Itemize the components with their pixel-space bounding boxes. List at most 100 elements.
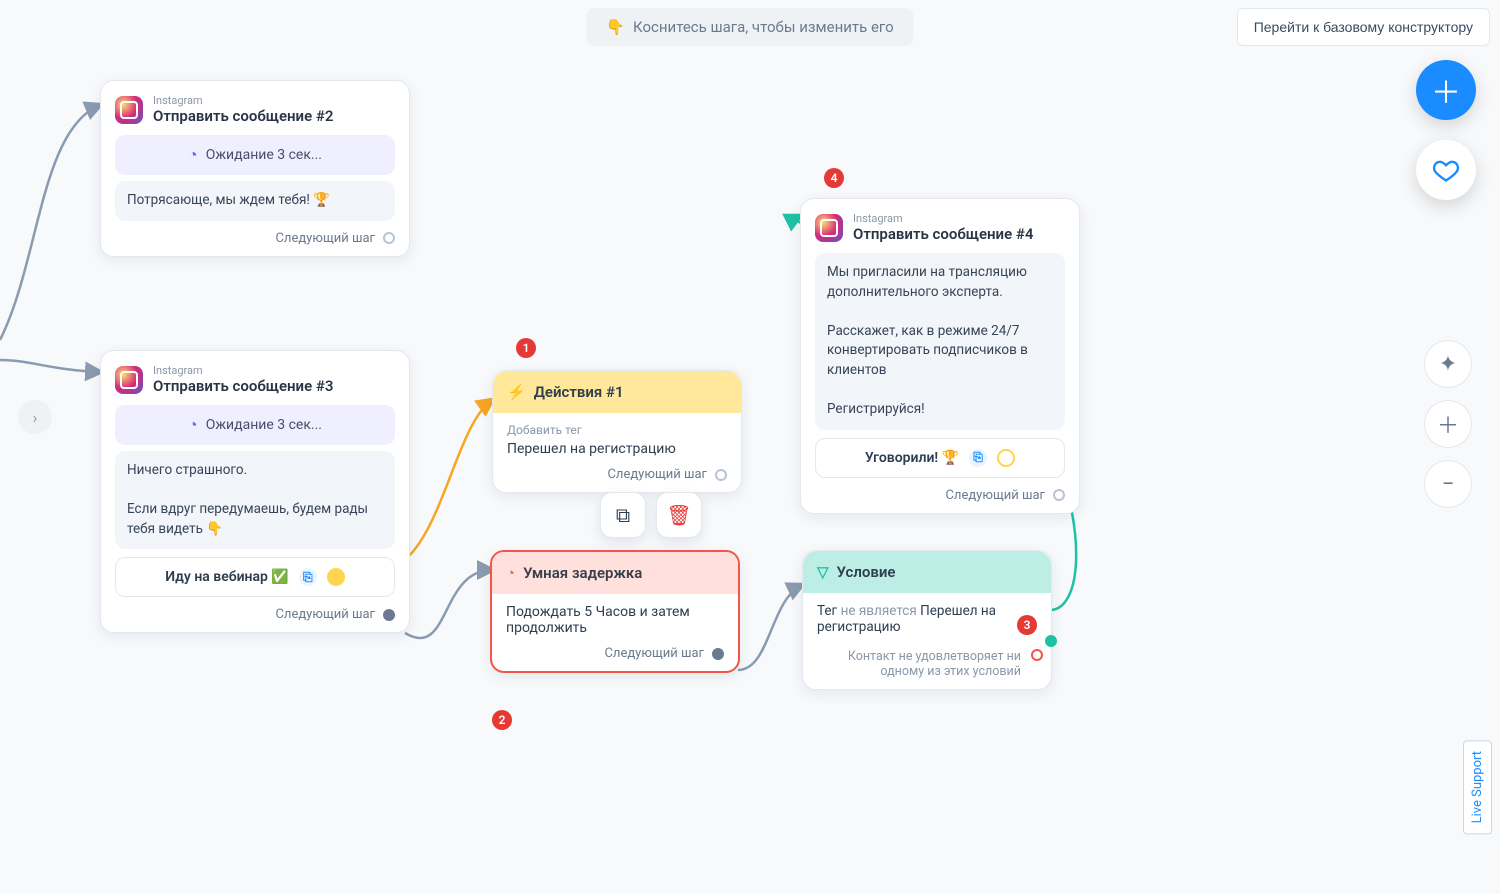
switch-to-basic-builder-button[interactable]: Перейти к базовому конструктору [1237, 8, 1490, 46]
node-kicker: Instagram [853, 213, 1033, 225]
node-tools: ⧉ 🗑 [600, 492, 702, 538]
live-support-button[interactable]: Live Support [1463, 740, 1492, 834]
node-header: Instagram Отправить сообщение #4 [815, 213, 1065, 243]
action-title: Действия #1 [534, 383, 624, 401]
badge-4: 4 [824, 168, 844, 188]
auto-layout-button[interactable]: ✦ [1424, 340, 1472, 388]
chevron-right-icon: › [33, 408, 38, 427]
next-step[interactable]: Следующий шаг [815, 488, 1065, 503]
cond-negation: не является [841, 603, 917, 619]
next-step-label: Следующий шаг [607, 467, 707, 482]
button-output-port[interactable] [997, 449, 1015, 467]
button-output-port[interactable] [327, 568, 345, 586]
wait-pill: ◔ Ожидание 3 сек... [115, 135, 395, 175]
trash-icon: 🗑 [666, 503, 691, 527]
output-port[interactable] [1053, 489, 1065, 501]
zoom-in-button[interactable]: ＋ [1424, 400, 1472, 448]
fallback-text: Контакт не удовлетворяет ни одному из эт… [848, 649, 1021, 679]
minus-icon: − [1442, 472, 1455, 497]
condition-fallback: Контакт не удовлетворяет ни одному из эт… [817, 649, 1037, 679]
message-line: Регистрируйся! [827, 400, 1053, 420]
wait-pill: ◔ Ожидание 3 сек... [115, 405, 395, 445]
flow-canvas[interactable]: 👇 Коснитесь шага, чтобы изменить его Пер… [0, 0, 1500, 894]
plus-icon: ＋ [1431, 68, 1461, 112]
next-step-label: Следующий шаг [945, 488, 1045, 503]
wait-text: Ожидание 3 сек... [206, 147, 322, 163]
reply-button[interactable]: Иду на вебинар ✅ ⎘ [115, 557, 395, 597]
node-action-1[interactable]: ⚡ Действия #1 Добавить тег Перешел на ре… [492, 370, 742, 493]
badge-2: 2 [492, 710, 512, 730]
favorite-fab[interactable] [1416, 140, 1476, 200]
collapse-handle[interactable]: › [18, 400, 52, 434]
node-message-2[interactable]: Instagram Отправить сообщение #2 ◔ Ожида… [100, 80, 410, 257]
output-port[interactable] [383, 232, 395, 244]
node-kicker: Instagram [153, 95, 333, 107]
wait-text: Ожидание 3 сек... [206, 417, 322, 433]
message-line: Если вдруг передумаешь, будем рады тебя … [127, 500, 383, 539]
reply-button[interactable]: Уговорили! 🏆 ⎘ [815, 438, 1065, 478]
reply-button-label: Уговорили! 🏆 [865, 450, 959, 466]
message-body: Мы пригласили на трансляцию дополнительн… [815, 253, 1065, 430]
next-step-label: Следующий шаг [604, 646, 704, 661]
output-port[interactable] [715, 469, 727, 481]
badge-3: 3 [1017, 615, 1037, 635]
next-step[interactable]: Следующий шаг [507, 467, 727, 482]
next-step[interactable]: Следующий шаг [506, 646, 724, 661]
delay-header: ◔ Умная задержка [492, 552, 738, 594]
sparkle-icon: ✦ [1439, 352, 1457, 377]
heart-icon [1432, 156, 1460, 184]
message-body: Потрясающе, мы ждем тебя! 🏆 [115, 181, 395, 221]
zoom-out-button[interactable]: − [1424, 460, 1472, 508]
condition-title: Условие [837, 563, 896, 581]
lightning-icon: ⚡ [507, 383, 526, 401]
output-port[interactable] [383, 609, 395, 621]
condition-line: Тег не является Перешел на регистрацию 3 [817, 603, 1037, 635]
top-hint: 👇 Коснитесь шага, чтобы изменить его [586, 8, 913, 46]
next-step[interactable]: Следующий шаг [115, 231, 395, 246]
message-line: Расскажет, как в режиме 24/7 конвертиров… [827, 322, 1053, 381]
output-port[interactable] [712, 648, 724, 660]
funnel-icon: ▽ [817, 563, 829, 581]
action-sub: Добавить тег [507, 423, 727, 437]
instagram-icon [115, 96, 143, 124]
clock-icon: ◔ [188, 145, 198, 165]
link-icon: ⎘ [969, 449, 987, 467]
clock-icon: ◔ [188, 415, 198, 435]
node-smart-delay[interactable]: ◔ Умная задержка Подождать 5 Часов и зат… [490, 550, 740, 673]
condition-match-port[interactable] [1045, 635, 1057, 647]
delay-title: Умная задержка [523, 564, 642, 582]
instagram-icon [115, 366, 143, 394]
node-condition[interactable]: ▽ Условие Тег не является Перешел на рег… [802, 550, 1052, 690]
action-text: Перешел на регистрацию [507, 441, 727, 457]
copy-icon: ⧉ [616, 503, 630, 527]
condition-header: ▽ Условие [803, 551, 1051, 593]
node-header: Instagram Отправить сообщение #2 [115, 95, 395, 125]
message-line: Мы пригласили на трансляцию дополнительн… [827, 263, 1053, 302]
action-header: ⚡ Действия #1 [493, 371, 741, 413]
message-line: Ничего страшного. [127, 461, 383, 481]
badge-1: 1 [516, 338, 536, 358]
node-title: Отправить сообщение #4 [853, 225, 1033, 243]
delay-text: Подождать 5 Часов и затем продолжить [506, 604, 724, 636]
add-step-fab[interactable]: ＋ [1416, 60, 1476, 120]
instagram-icon [815, 214, 843, 242]
next-step-label: Следующий шаг [275, 607, 375, 622]
plus-icon: ＋ [1437, 408, 1459, 440]
node-title: Отправить сообщение #3 [153, 377, 333, 395]
condition-else-port[interactable] [1031, 649, 1043, 661]
reply-button-label: Иду на вебинар ✅ [165, 569, 289, 585]
duplicate-button[interactable]: ⧉ [600, 492, 646, 538]
clock-icon: ◔ [506, 564, 515, 582]
link-icon: ⎘ [299, 568, 317, 586]
next-step-label: Следующий шаг [275, 231, 375, 246]
node-header: Instagram Отправить сообщение #3 [115, 365, 395, 395]
node-title: Отправить сообщение #2 [153, 107, 333, 125]
delete-button[interactable]: 🗑 [656, 492, 702, 538]
next-step[interactable]: Следующий шаг [115, 607, 395, 622]
message-body: Ничего страшного. Если вдруг передумаешь… [115, 451, 395, 549]
node-message-4[interactable]: Instagram Отправить сообщение #4 Мы приг… [800, 198, 1080, 514]
top-hint-text: Коснитесь шага, чтобы изменить его [633, 18, 894, 36]
node-message-3[interactable]: Instagram Отправить сообщение #3 ◔ Ожида… [100, 350, 410, 633]
cond-prefix: Тег [817, 603, 837, 619]
pointing-down-icon: 👇 [606, 18, 625, 36]
